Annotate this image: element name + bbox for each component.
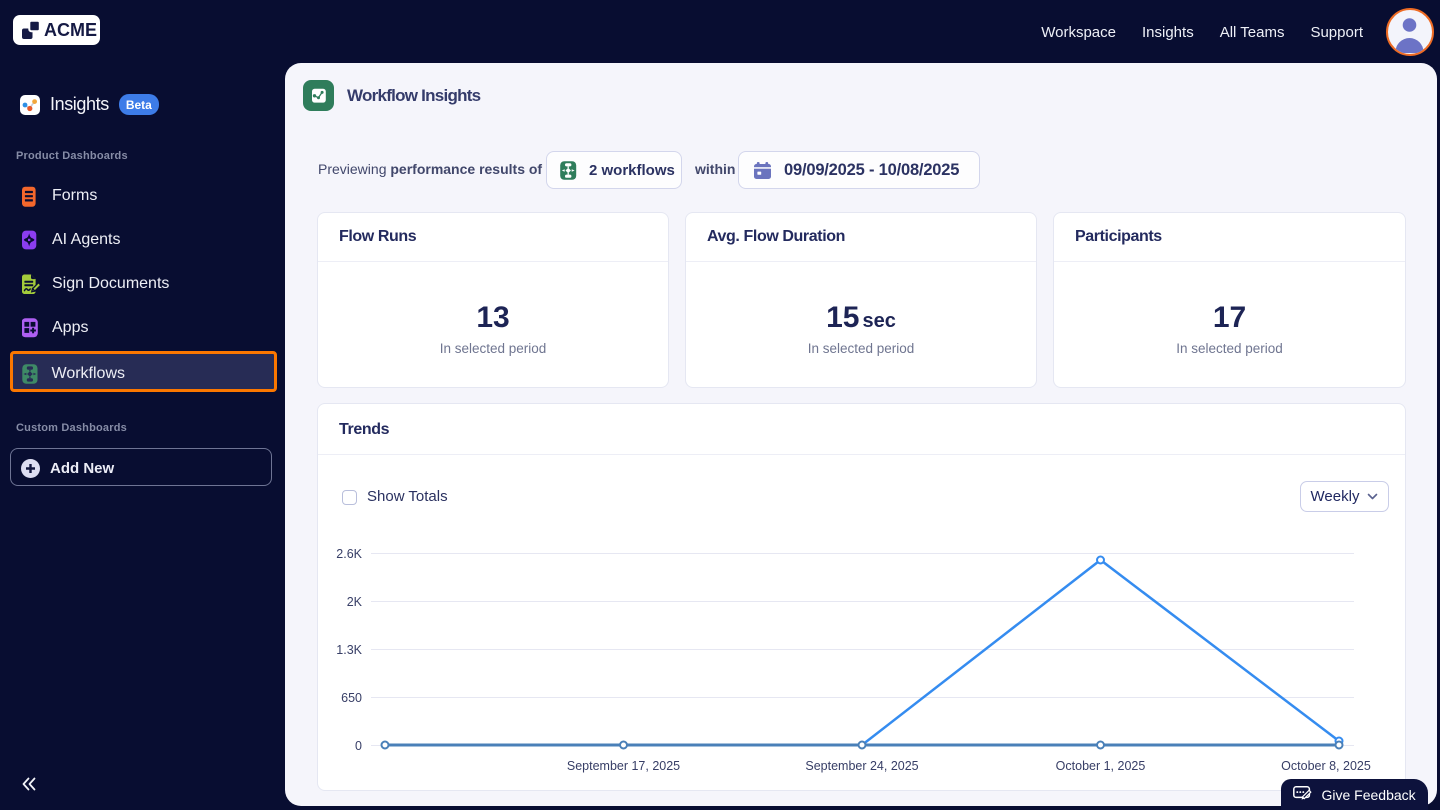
svg-text:0: 0: [355, 739, 362, 753]
svg-text:October 8, 2025: October 8, 2025: [1281, 759, 1371, 773]
svg-text:September 24, 2025: September 24, 2025: [805, 759, 918, 773]
svg-text:650: 650: [341, 691, 362, 705]
svg-text:1.3K: 1.3K: [336, 643, 362, 657]
svg-text:October 1, 2025: October 1, 2025: [1056, 759, 1146, 773]
svg-text:2K: 2K: [347, 595, 363, 609]
svg-text:September 17, 2025: September 17, 2025: [567, 759, 680, 773]
svg-text:2.6K: 2.6K: [336, 547, 362, 561]
